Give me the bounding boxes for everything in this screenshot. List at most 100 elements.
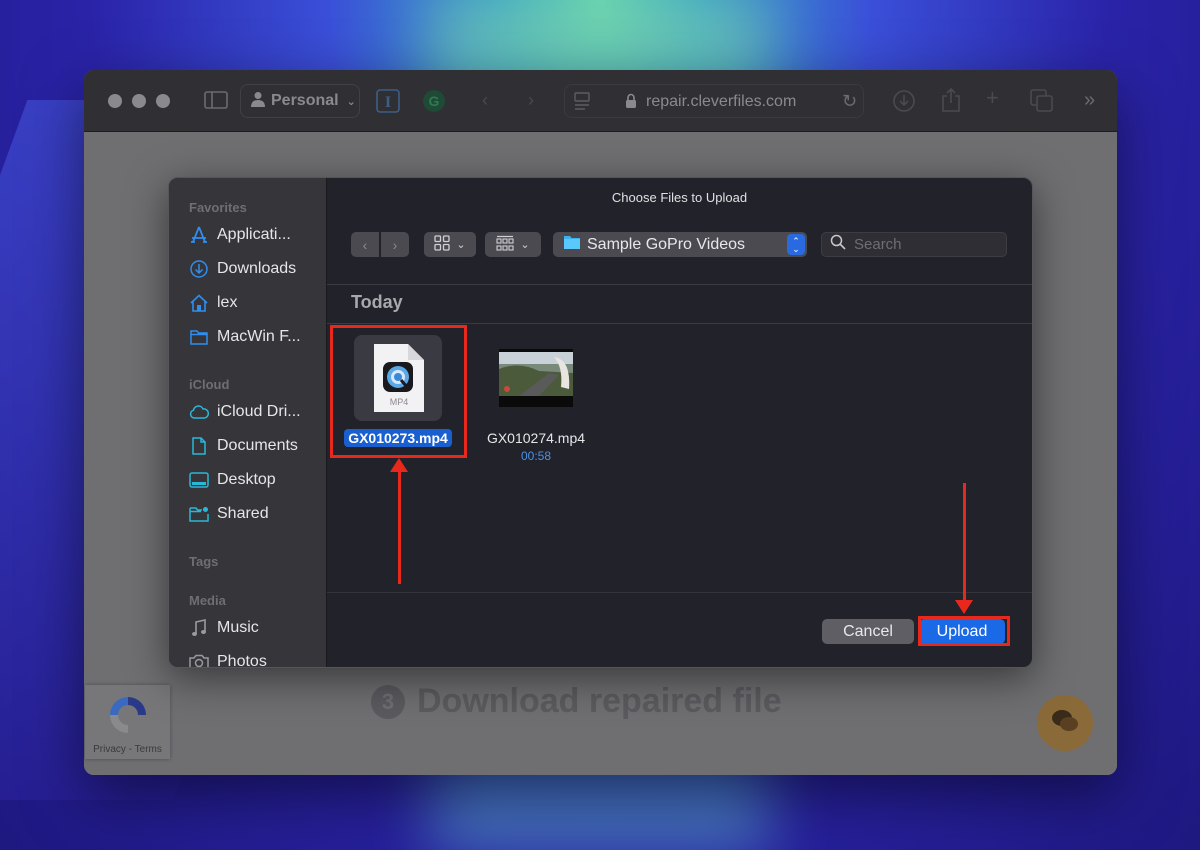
group-divider xyxy=(327,323,1032,324)
cancel-button[interactable]: Cancel xyxy=(822,619,914,644)
sidebar-item-label: Shared xyxy=(217,505,269,522)
camera-icon xyxy=(189,652,209,667)
sidebar-item-documents[interactable]: Documents xyxy=(189,434,298,458)
search-field[interactable] xyxy=(821,232,1007,257)
downloads-icon xyxy=(189,259,209,279)
step-heading: 3 Download repaired file xyxy=(371,682,782,721)
file-thumbnail xyxy=(492,335,580,421)
chat-bubbles-icon xyxy=(1050,707,1080,740)
sidebar-item-label: Music xyxy=(217,619,259,636)
group-by-button[interactable]: ⌄ xyxy=(485,232,541,257)
sidebar-item-label: MacWin F... xyxy=(217,328,301,345)
desktop-icon xyxy=(189,470,209,490)
file-item-gx010273[interactable]: MP4 GX010273.mp4 xyxy=(333,335,463,447)
grammarly-extension-icon[interactable]: G xyxy=(422,89,446,117)
sidebar-section-tags: Tags xyxy=(189,554,219,569)
search-icon xyxy=(830,234,846,255)
sidebar-item-music[interactable]: Music xyxy=(189,616,259,640)
sidebar-item-shared[interactable]: Shared xyxy=(189,502,269,526)
chevron-down-icon: ⌄ xyxy=(346,95,356,108)
mp4-file-icon: MP4 xyxy=(374,344,424,412)
person-icon xyxy=(251,91,265,112)
profile-label: Personal xyxy=(271,92,339,109)
footer-divider xyxy=(327,592,1032,593)
group-header-today: Today xyxy=(351,292,403,312)
sidebar-item-desktop[interactable]: Desktop xyxy=(189,468,276,492)
sidebar-toggle-icon[interactable] xyxy=(204,90,228,114)
current-folder-label: Sample GoPro Videos xyxy=(587,235,746,253)
video-thumbnail xyxy=(499,349,573,407)
back-button[interactable]: ‹ xyxy=(351,232,379,257)
arrow-up-head xyxy=(390,458,408,472)
profile-button[interactable]: Personal ⌄ xyxy=(240,84,360,118)
dialog-main: Choose Files to Upload ‹ › ⌄ ⌄ Sample Go… xyxy=(327,178,1032,667)
sidebar-item-downloads[interactable]: Downloads xyxy=(189,257,296,281)
chat-button[interactable] xyxy=(1037,695,1093,751)
file-type-badge: MP4 xyxy=(390,397,409,407)
svg-text:G: G xyxy=(429,93,440,109)
location-popup[interactable]: Sample GoPro Videos ⌃ ⌄ xyxy=(553,232,807,257)
zoom-window-button[interactable] xyxy=(156,94,170,108)
forward-icon[interactable]: › xyxy=(528,90,534,110)
upload-button[interactable]: Upload xyxy=(919,619,1005,644)
sidebar-section-icloud: iCloud xyxy=(189,377,230,392)
dialog-sidebar: Favorites Applicati... Downloads lex Mac… xyxy=(169,178,327,667)
document-icon xyxy=(189,436,209,456)
icon-view-icon xyxy=(434,235,451,254)
sidebar-item-label: iCloud Dri... xyxy=(217,403,301,420)
music-icon xyxy=(189,618,209,638)
arrow-down-head xyxy=(955,600,973,614)
file-chooser-dialog: Favorites Applicati... Downloads lex Mac… xyxy=(168,177,1033,668)
file-item-gx010274[interactable]: GX010274.mp4 00:58 xyxy=(471,335,601,463)
sidebar-item-label: Documents xyxy=(217,437,298,454)
folder-icon xyxy=(189,327,209,347)
sidebar-item-label: Desktop xyxy=(217,471,276,488)
video-duration: 00:58 xyxy=(520,449,552,463)
chevron-down-icon: ⌄ xyxy=(520,239,530,251)
cloud-icon xyxy=(189,402,209,422)
sidebar-item-home[interactable]: lex xyxy=(189,291,237,315)
sidebar-item-label: Photos xyxy=(217,653,267,668)
url-text: repair.cleverfiles.com xyxy=(646,93,797,110)
recaptcha-icon xyxy=(104,693,152,744)
sidebar-item-icloud-drive[interactable]: iCloud Dri... xyxy=(189,400,301,424)
tab-overview-icon[interactable] xyxy=(1030,89,1054,117)
arrow-to-file xyxy=(398,470,401,584)
more-toolbar-icon[interactable]: » xyxy=(1084,90,1095,110)
applications-icon xyxy=(189,225,209,245)
chevron-right-icon: › xyxy=(392,236,398,253)
sidebar-item-macwin-folder[interactable]: MacWin F... xyxy=(189,325,301,349)
dialog-title: Choose Files to Upload xyxy=(611,190,748,205)
group-icon xyxy=(496,235,514,254)
recaptcha-badge[interactable]: Privacy - Terms xyxy=(85,685,170,759)
file-thumbnail: MP4 xyxy=(354,335,442,421)
shared-folder-icon xyxy=(189,504,209,524)
chevron-left-icon: ‹ xyxy=(362,236,368,253)
address-bar[interactable]: repair.cleverfiles.com ↻ xyxy=(564,84,864,118)
search-input[interactable] xyxy=(854,236,994,253)
reload-icon[interactable]: ↻ xyxy=(842,91,857,112)
sidebar-item-label: Applicati... xyxy=(217,226,291,243)
view-mode-button[interactable]: ⌄ xyxy=(424,232,476,257)
sidebar-item-applications[interactable]: Applicati... xyxy=(189,223,291,247)
recaptcha-links[interactable]: Privacy - Terms xyxy=(93,744,162,755)
sidebar-section-media: Media xyxy=(189,593,226,608)
home-icon xyxy=(189,293,209,313)
reader-icon[interactable] xyxy=(573,92,591,117)
step-title: Download repaired file xyxy=(417,682,782,720)
close-window-button[interactable] xyxy=(108,94,122,108)
back-icon[interactable]: ‹ xyxy=(482,90,488,110)
instapaper-extension-icon[interactable]: I xyxy=(376,89,400,117)
downloads-toolbar-icon[interactable] xyxy=(893,90,915,116)
forward-button[interactable]: › xyxy=(381,232,409,257)
new-tab-icon[interactable]: + xyxy=(986,87,999,109)
share-icon[interactable] xyxy=(941,87,961,117)
file-name: GX010274.mp4 xyxy=(486,430,586,446)
toolbar-divider xyxy=(327,284,1032,285)
step-number: 3 xyxy=(371,684,405,719)
lock-icon xyxy=(625,93,637,114)
file-name: GX010273.mp4 xyxy=(344,429,452,447)
sidebar-item-photos[interactable]: Photos xyxy=(189,650,267,668)
minimize-window-button[interactable] xyxy=(132,94,146,108)
folder-icon xyxy=(563,234,581,255)
